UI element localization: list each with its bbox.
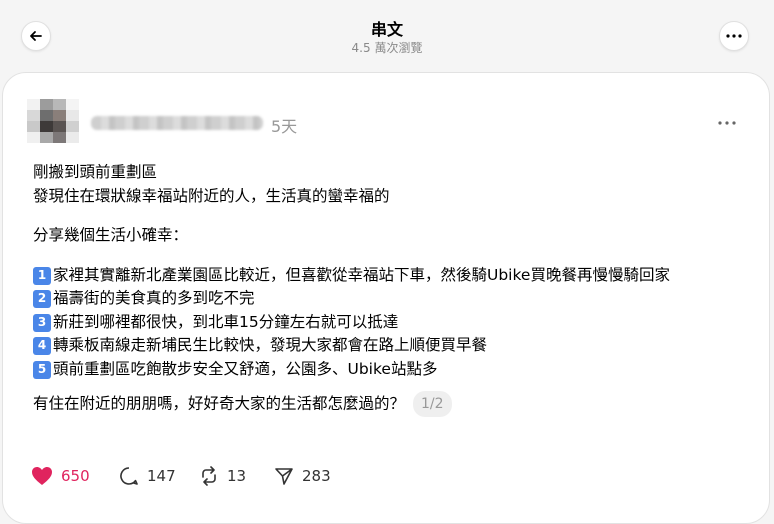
post-line: 發現住在環狀線幸福站附近的人，生活真的蠻幸福的 [33, 186, 390, 205]
list-item: 2 福壽街的美食真的多到吃不完 [33, 287, 763, 311]
list-item-text: 家裡其實離新北產業園區比較近，但喜歡從幸福站下車，然後騎Ubike買晚餐再慢慢騎… [53, 265, 670, 284]
list-item-text: 福壽街的美食真的多到吃不完 [53, 289, 255, 307]
repost-button[interactable]: 13 [199, 466, 246, 486]
number-badge: 4 [33, 337, 51, 355]
list-item-text: 頭前重劃區吃飽散步安全又舒適，公園多、Ubike站點多 [53, 359, 438, 378]
page-indicator[interactable]: 1/2 [413, 391, 452, 417]
page-title: 串文 [370, 20, 403, 39]
post-card: 5天 剛搬到頭前重劃區 發現住在環狀線幸福站附近的人，生活真的蠻幸福的 分享幾個… [2, 72, 770, 524]
number-badge: 2 [33, 290, 51, 308]
post-more-button[interactable] [713, 113, 741, 133]
username-blurred[interactable] [91, 116, 263, 130]
post-intro: 分享幾個生活小確幸： [33, 226, 189, 244]
list-item: 5 頭前重劃區吃飽散步安全又舒適，公園多、Ubike站點多 [33, 358, 763, 382]
number-badge: 5 [33, 360, 51, 379]
list-item-text: 新莊到哪裡都很快，到北車15分鐘左右就可以抵達 [53, 312, 399, 331]
action-bar: 650 147 13 283 [31, 466, 731, 490]
number-badge: 1 [33, 266, 51, 285]
top-bar: 串文 4.5 萬次瀏覽 [0, 0, 774, 72]
more-icon [726, 34, 742, 38]
list-item: 3 新莊到哪裡都很快，到北車15分鐘左右就可以抵達 [33, 311, 763, 335]
comment-icon [120, 467, 138, 485]
list-item: 4 轉乘板南線走新埔民生比較快，發現大家都會在路上順便買早餐 [33, 334, 763, 358]
comment-button[interactable]: 147 [119, 466, 176, 486]
repost-count: 13 [227, 467, 247, 485]
comment-count: 147 [147, 467, 176, 485]
post-closing-text: 有住在附近的朋朋嗎，好好奇大家的生活都怎麼過的？ [33, 394, 406, 413]
like-count: 650 [61, 467, 90, 485]
share-button[interactable]: 283 [274, 466, 331, 486]
post-content: 剛搬到頭前重劃區 發現住在環狀線幸福站附近的人，生活真的蠻幸福的 分享幾個生活小… [33, 161, 763, 417]
more-icon [718, 121, 736, 125]
post-time: 5天 [271, 117, 298, 136]
post-closing: 有住在附近的朋朋嗎，好好奇大家的生活都怎麼過的？ 1/2 [33, 391, 763, 417]
list-item-text: 轉乘板南線走新埔民生比較快，發現大家都會在路上順便買早餐 [53, 336, 488, 354]
share-count: 283 [302, 467, 331, 485]
heart-icon [32, 467, 52, 485]
share-icon [275, 468, 293, 485]
more-button[interactable] [719, 21, 749, 51]
view-count: 4.5 萬次瀏覽 [351, 41, 423, 55]
number-badge: 3 [33, 313, 51, 332]
post-line: 剛搬到頭前重劃區 [33, 163, 158, 181]
list-item: 1 家裡其實離新北產業園區比較近，但喜歡從幸福站下車，然後騎Ubike買晚餐再慢… [33, 264, 763, 288]
repost-icon [202, 466, 216, 486]
like-button[interactable]: 650 [31, 466, 90, 486]
avatar[interactable] [27, 99, 79, 143]
